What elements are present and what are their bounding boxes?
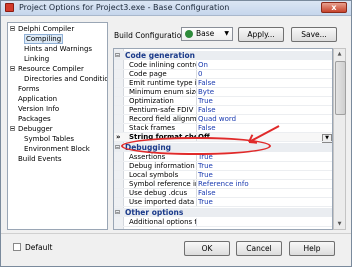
scroll-up-icon[interactable]: ▲	[334, 49, 345, 59]
property-row[interactable]: Use imported data refeTrue	[114, 198, 332, 207]
collapse-toggle-icon: ⊟	[115, 209, 121, 216]
title-bar[interactable]: Project Options for Project3.exe - Base …	[1, 1, 351, 16]
property-row[interactable]: Code inlining control On	[114, 61, 332, 70]
tree-item-linking[interactable]: Linking	[24, 55, 49, 64]
tree-item-hints-and-warnings[interactable]: Hints and Warnings	[24, 45, 92, 54]
default-checkbox-label: Default	[25, 243, 53, 252]
property-row[interactable]: Minimum enum size Byte	[114, 88, 332, 97]
apply-button[interactable]: Apply...	[238, 27, 284, 42]
property-row[interactable]: Symbol reference infoReference info	[114, 180, 332, 189]
ok-button[interactable]: OK	[184, 241, 230, 256]
collapse-icon[interactable]	[10, 26, 15, 31]
scroll-down-icon[interactable]: ▼	[334, 219, 345, 229]
scrollbar-thumb[interactable]	[335, 61, 346, 115]
property-row[interactable]: Optimization True	[114, 97, 332, 106]
property-row[interactable]: Additional options to p	[114, 218, 332, 227]
category-code-generation[interactable]: ⊟ Code generation	[114, 51, 332, 60]
property-grid-scrollbar[interactable]: ▲ ▼	[333, 48, 346, 230]
app-icon	[5, 3, 14, 12]
close-button[interactable]: x	[321, 2, 347, 13]
collapse-toggle-icon: ⊟	[115, 144, 121, 151]
tree-item-resource-compiler[interactable]: Resource Compiler	[10, 65, 84, 74]
collapse-icon[interactable]	[10, 126, 15, 131]
tree-item-debugger[interactable]: Debugger	[10, 125, 53, 134]
tree-item-forms[interactable]: Forms	[18, 85, 39, 94]
cancel-button[interactable]: Cancel	[236, 241, 282, 256]
build-configuration-select[interactable]: Base ▼	[181, 27, 233, 41]
property-row[interactable]: Pentium-safe FDIV False	[114, 106, 332, 115]
tree-item-directories-and-conditionals[interactable]: Directories and Conditio	[24, 75, 107, 84]
collapse-icon[interactable]	[10, 66, 15, 71]
help-button[interactable]: Help	[289, 241, 335, 256]
tree-item-symbol-tables[interactable]: Symbol Tables	[24, 135, 74, 144]
property-row[interactable]: Emit runtime type inforFalse	[114, 79, 332, 88]
build-configuration-label: Build Configuration	[114, 31, 187, 40]
configuration-icon	[185, 30, 193, 38]
chevron-down-icon: ▼	[224, 30, 229, 37]
options-tree[interactable]: Delphi Compiler Compiling Hints and Warn…	[7, 22, 108, 230]
tree-item-environment-block[interactable]: Environment Block	[24, 145, 90, 154]
property-row[interactable]: Use debug .dcus False	[114, 189, 332, 198]
category-other-options[interactable]: ⊟ Other options	[114, 208, 332, 217]
collapse-toggle-icon: ⊟	[115, 52, 121, 59]
property-row[interactable]: Record field alignmentQuad word	[114, 115, 332, 124]
property-row[interactable]: Stack frames False	[114, 124, 332, 133]
window-title: Project Options for Project3.exe - Base …	[19, 3, 230, 12]
build-configuration-value: Base	[196, 29, 215, 38]
tree-item-application[interactable]: Application	[18, 95, 57, 104]
property-row[interactable]: Local symbols True	[114, 171, 332, 180]
tree-item-packages[interactable]: Packages	[18, 115, 51, 124]
tree-item-build-events[interactable]: Build Events	[18, 155, 62, 164]
property-row[interactable]: Debug information True	[114, 162, 332, 171]
property-row[interactable]: Code page 0	[114, 70, 332, 79]
project-options-window: Project Options for Project3.exe - Base …	[0, 0, 352, 267]
default-checkbox[interactable]	[13, 243, 21, 251]
tree-item-delphi-compiler[interactable]: Delphi Compiler	[10, 25, 74, 34]
tree-item-version-info[interactable]: Version Info	[18, 105, 59, 114]
tree-item-compiling[interactable]: Compiling	[24, 34, 64, 44]
save-button[interactable]: Save...	[291, 27, 337, 42]
